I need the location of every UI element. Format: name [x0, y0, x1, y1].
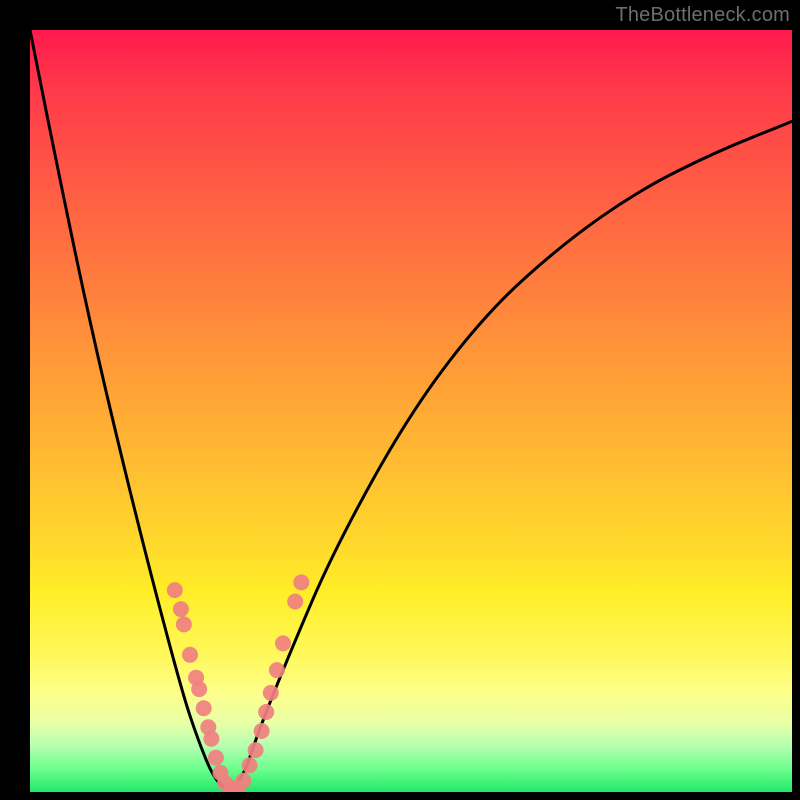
sample-point [200, 719, 216, 735]
sample-point [173, 601, 189, 617]
plot-area [30, 30, 792, 792]
sample-point [263, 685, 279, 701]
sample-point [191, 681, 207, 697]
sample-point [293, 574, 309, 590]
sample-point [208, 750, 224, 766]
curve-layer [30, 30, 792, 792]
sample-point [229, 780, 245, 792]
sample-point [188, 670, 204, 686]
sample-point [223, 780, 239, 792]
sample-point [196, 700, 212, 716]
sample-point [203, 731, 219, 747]
sample-point [254, 723, 270, 739]
sample-point [248, 742, 264, 758]
bottleneck-curve [30, 30, 792, 788]
sample-point [176, 616, 192, 632]
sample-point [167, 582, 183, 598]
chart-frame: TheBottleneck.com [0, 0, 800, 800]
sample-point [275, 635, 291, 651]
sample-point [217, 775, 233, 791]
sample-point [269, 662, 285, 678]
sample-point [213, 765, 229, 781]
sample-point [182, 647, 198, 663]
sample-point [242, 757, 258, 773]
sample-point [235, 773, 251, 789]
sample-point [287, 594, 303, 610]
sample-point [258, 704, 274, 720]
watermark-text: TheBottleneck.com [615, 4, 790, 27]
